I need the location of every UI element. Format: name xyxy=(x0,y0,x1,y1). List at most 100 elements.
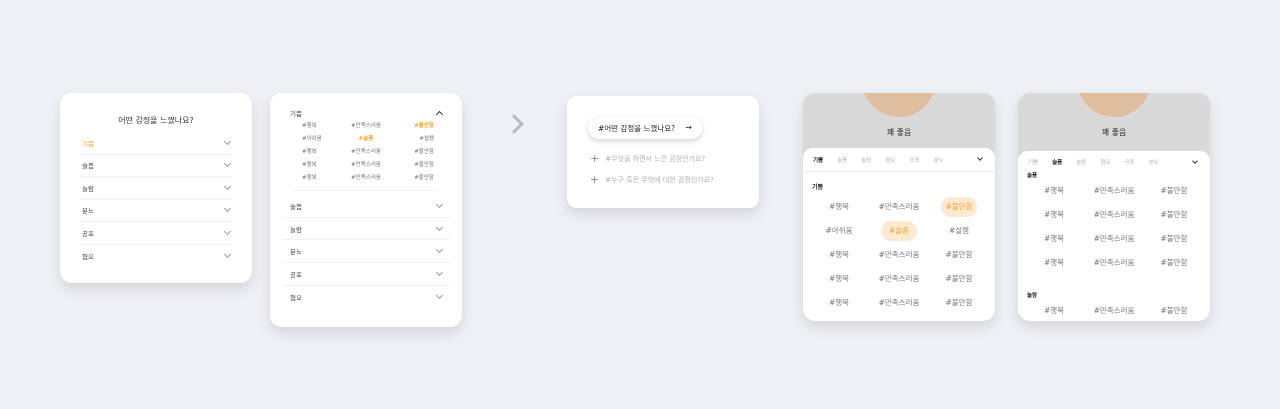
section-title: 놀람 xyxy=(1027,293,1038,299)
emotion-label: 놀람 xyxy=(82,184,94,193)
tab-disgust[interactable]: 혐오 xyxy=(1100,158,1110,166)
emotion-list: 기쁨 슬픔 놀람 분노 공포 혐오 xyxy=(60,132,252,267)
tab-fear[interactable]: 공포 xyxy=(1125,158,1135,166)
avatar xyxy=(1077,93,1151,117)
emotion-label: 분노 xyxy=(290,248,302,257)
tag[interactable]: #행복 xyxy=(809,267,869,291)
tag-grid: #행복 #만족스러움 #불안함 xyxy=(1018,299,1210,321)
chevron-down-icon xyxy=(435,292,444,300)
emotion-label: 기쁨 xyxy=(290,110,302,118)
emotion-row-sadness[interactable]: 슬픔 xyxy=(282,195,450,218)
emotion-row-anger[interactable]: 분노 xyxy=(80,200,232,222)
tag[interactable]: #행복 xyxy=(809,243,869,267)
tag[interactable]: #만족스러움 xyxy=(1084,179,1144,203)
tab-disgust[interactable]: 혐오 xyxy=(885,156,895,164)
chevron-down-icon xyxy=(435,246,444,254)
tag[interactable]: #불안함 xyxy=(1144,203,1204,227)
tag-selected[interactable]: #불안함 xyxy=(929,195,989,219)
tag[interactable]: #행복 xyxy=(1024,251,1084,275)
mood-title: 꽤 좋음 xyxy=(886,128,912,137)
emotion-label: 놀람 xyxy=(290,225,302,234)
tag[interactable]: #행복 xyxy=(1024,299,1084,321)
tag[interactable]: #불안함 xyxy=(390,173,438,184)
question-add-target[interactable]: + #누구 혹은 무엇에 대한 감정인가요? xyxy=(590,174,714,185)
tag[interactable]: #만족스러움 xyxy=(1084,203,1144,227)
tag[interactable]: #만족스러움 xyxy=(342,160,390,171)
tag[interactable]: #불안함 xyxy=(1144,251,1204,275)
tag[interactable]: #불안함 xyxy=(929,291,989,315)
question-add-activity[interactable]: + #무엇을 하면서 느낀 감정인가요? xyxy=(590,153,705,164)
emotion-row-fear[interactable]: 공포 xyxy=(282,263,450,286)
tag-selected[interactable]: #불안함 xyxy=(390,121,438,132)
tag[interactable]: #만족스러움 xyxy=(1084,227,1144,251)
tag[interactable]: #만족스러움 xyxy=(869,195,929,219)
tab-fear[interactable]: 공포 xyxy=(910,156,920,164)
tag[interactable]: #불안함 xyxy=(390,147,438,158)
tab-surprise[interactable]: 놀람 xyxy=(861,156,871,164)
tab-sadness[interactable]: 슬픔 xyxy=(1052,158,1062,166)
emotion-row-disgust[interactable]: 혐오 xyxy=(80,245,232,268)
tag[interactable]: #만족스러움 xyxy=(342,147,390,158)
tag[interactable]: #행복 xyxy=(294,147,342,158)
tag[interactable]: #불안함 xyxy=(1144,299,1204,321)
tag[interactable]: #아쉬움 xyxy=(294,134,342,145)
tag[interactable]: #만족스러움 xyxy=(342,121,390,132)
tag[interactable]: #행복 xyxy=(1024,227,1084,251)
tag[interactable]: #행복 xyxy=(294,173,342,184)
emotion-sheet: 기쁨 슬픔 놀람 혐오 공포 분노 슬픔 #행복 #만족스러움 #불안함 #행복… xyxy=(1018,151,1210,321)
tag[interactable]: #불안함 xyxy=(1144,179,1204,203)
plus-icon: + xyxy=(590,173,600,186)
chevron-down-icon xyxy=(435,223,444,231)
tag[interactable]: #만족스러움 xyxy=(1084,299,1144,321)
tab-joy[interactable]: 기쁨 xyxy=(813,156,823,164)
emotion-row-disgust[interactable]: 혐오 xyxy=(282,286,450,309)
tab-anger[interactable]: 분노 xyxy=(1149,158,1159,166)
question-pill-label: #어떤 감정을 느꼈나요? xyxy=(598,123,676,133)
emotion-label: 혐오 xyxy=(290,294,302,303)
tag[interactable]: #만족스러움 xyxy=(869,267,929,291)
tag[interactable]: #불안함 xyxy=(390,160,438,171)
chevron-down-icon xyxy=(435,268,444,276)
tag[interactable]: #불안함 xyxy=(1144,227,1204,251)
section-title: 기쁨 xyxy=(812,184,824,191)
emotion-row-sadness[interactable]: 슬픔 xyxy=(80,155,232,177)
tag[interactable]: #설렘 xyxy=(390,134,438,145)
emotion-select-card: 어떤 감정을 느꼈나요? 기쁨 슬픔 놀람 분노 공포 혐오 xyxy=(60,93,252,283)
tab-surprise[interactable]: 놀람 xyxy=(1076,158,1086,166)
emotion-row-anger[interactable]: 분노 xyxy=(282,240,450,264)
tag-selected[interactable]: #슬픔 xyxy=(342,134,390,145)
emotion-row-surprise[interactable]: 놀람 xyxy=(282,218,450,241)
tag-grid: #행복 #만족스러움 #불안함 #행복 #만족스러움 #불안함 #행복 #만족스… xyxy=(1018,179,1210,275)
tag[interactable]: #행복 xyxy=(294,160,342,171)
emotion-row-joy[interactable]: 기쁨 xyxy=(80,132,232,155)
tag[interactable]: #행복 xyxy=(809,195,869,219)
tag[interactable]: #만족스러움 xyxy=(869,243,929,267)
arrow-right-icon: → xyxy=(685,123,692,132)
card-title: 어떤 감정을 느꼈나요? xyxy=(118,116,194,125)
tag[interactable]: #행복 xyxy=(1024,203,1084,227)
tag-selected[interactable]: #슬픔 xyxy=(869,219,929,243)
chevron-down-icon[interactable] xyxy=(1192,158,1198,164)
emotion-label: 기쁨 xyxy=(82,139,94,148)
question-label: #무엇을 하면서 느낀 감정인가요? xyxy=(605,154,706,163)
emotion-label: 슬픔 xyxy=(82,162,94,171)
tab-anger[interactable]: 분노 xyxy=(934,156,944,164)
tag[interactable]: #설렘 xyxy=(929,219,989,243)
question-pill[interactable]: #어떤 감정을 느꼈나요? → xyxy=(588,117,702,139)
emotion-row-surprise[interactable]: 놀람 xyxy=(80,177,232,200)
chevron-down-icon[interactable] xyxy=(977,155,983,161)
tag[interactable]: #만족스러움 xyxy=(869,291,929,315)
tab-sadness[interactable]: 슬픔 xyxy=(837,156,847,164)
tag[interactable]: #불안함 xyxy=(929,267,989,291)
emotion-row-fear[interactable]: 공포 xyxy=(80,222,232,245)
mood-detail-card-joy: 꽤 좋음 기쁨 슬픔 놀람 혐오 공포 분노 기쁨 #행복 #만족스러움 #불안… xyxy=(803,93,995,321)
tab-joy[interactable]: 기쁨 xyxy=(1028,158,1038,166)
tag[interactable]: #행복 xyxy=(1024,179,1084,203)
tag[interactable]: #만족스러움 xyxy=(1084,251,1144,275)
tag[interactable]: #불안함 xyxy=(929,243,989,267)
tag[interactable]: #행복 xyxy=(294,121,342,132)
tag[interactable]: #아쉬움 xyxy=(809,219,869,243)
tag[interactable]: #행복 xyxy=(809,291,869,315)
tag[interactable]: #만족스러움 xyxy=(342,173,390,184)
emotion-label: 혐오 xyxy=(82,252,94,261)
